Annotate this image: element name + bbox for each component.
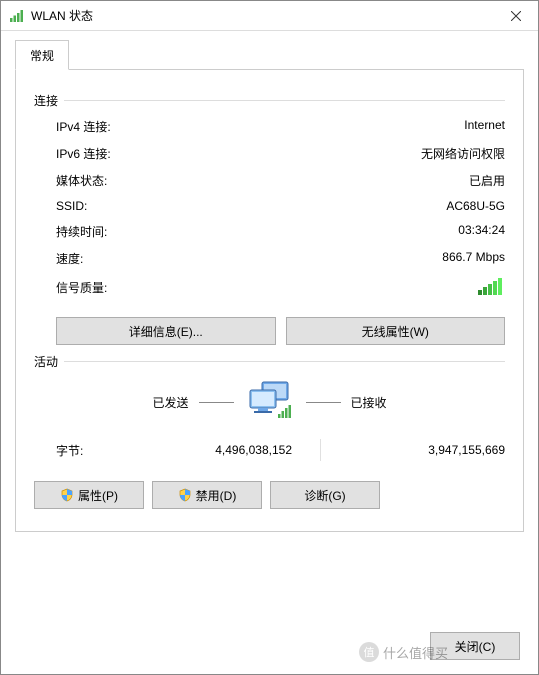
tab-strip: 常规: [15, 39, 524, 69]
sent-label: 已发送: [152, 394, 188, 411]
ipv6-label: IPv6 连接:: [56, 145, 196, 162]
shield-icon: [178, 488, 192, 502]
ipv4-label: IPv4 连接:: [56, 118, 196, 135]
wireless-properties-button[interactable]: 无线属性(W): [286, 317, 506, 345]
bytes-label: 字节:: [56, 442, 116, 459]
details-button[interactable]: 详细信息(E)...: [56, 317, 276, 345]
ipv6-row: IPv6 连接: 无网络访问权限: [34, 140, 505, 167]
media-value: 已启用: [196, 172, 505, 189]
ssid-label: SSID:: [56, 199, 196, 213]
divider: [64, 100, 505, 101]
activity-header: 活动: [34, 353, 505, 370]
tab-general[interactable]: 常规: [15, 40, 69, 70]
speed-row: 速度: 866.7 Mbps: [34, 245, 505, 272]
shield-icon: [60, 488, 74, 502]
ipv4-value: Internet: [196, 118, 505, 135]
disable-button[interactable]: 禁用(D): [152, 481, 262, 509]
duration-row: 持续时间: 03:34:24: [34, 218, 505, 245]
close-window-button[interactable]: [493, 1, 538, 31]
ssid-row: SSID: AC68U-5G: [34, 194, 505, 218]
close-button[interactable]: 关闭(C): [430, 632, 520, 660]
general-panel: 连接 IPv4 连接: Internet IPv6 连接: 无网络访问权限 媒体…: [15, 69, 524, 532]
dialog-footer: 关闭(C): [430, 632, 520, 660]
watermark-badge: 值: [359, 642, 379, 662]
connection-header-label: 连接: [34, 92, 58, 109]
network-computers-icon: [244, 380, 296, 425]
speed-label: 速度:: [56, 250, 196, 267]
media-label: 媒体状态:: [56, 172, 196, 189]
activity-header-label: 活动: [34, 353, 58, 370]
titlebar: WLAN 状态: [1, 1, 538, 31]
connection-header: 连接: [34, 92, 505, 109]
bytes-received-value: 3,947,155,669: [329, 443, 505, 457]
properties-button[interactable]: 属性(P): [34, 481, 144, 509]
bytes-row: 字节: 4,496,038,152 3,947,155,669: [34, 431, 505, 475]
signal-row: 信号质量:: [34, 272, 505, 307]
bytes-sent-value: 4,496,038,152: [116, 443, 312, 457]
received-label: 已接收: [351, 394, 387, 411]
properties-button-label: 属性(P): [78, 487, 118, 504]
close-icon: [511, 11, 521, 21]
diagnose-button[interactable]: 诊断(G): [270, 481, 380, 509]
wlan-bars-icon: [9, 8, 25, 24]
signal-label: 信号质量:: [56, 279, 196, 296]
ipv4-row: IPv4 连接: Internet: [34, 113, 505, 140]
disable-button-label: 禁用(D): [196, 487, 237, 504]
signal-strength-icon: [196, 276, 505, 299]
activity-graphic: 已发送 已: [34, 380, 505, 425]
duration-value: 03:34:24: [196, 223, 505, 240]
divider: [306, 402, 341, 403]
media-row: 媒体状态: 已启用: [34, 167, 505, 194]
ipv6-value: 无网络访问权限: [196, 145, 505, 162]
speed-value: 866.7 Mbps: [196, 250, 505, 267]
divider: [320, 439, 321, 461]
divider: [199, 402, 234, 403]
ssid-value: AC68U-5G: [196, 199, 505, 213]
duration-label: 持续时间:: [56, 223, 196, 240]
window-title: WLAN 状态: [31, 7, 493, 24]
divider: [64, 361, 505, 362]
